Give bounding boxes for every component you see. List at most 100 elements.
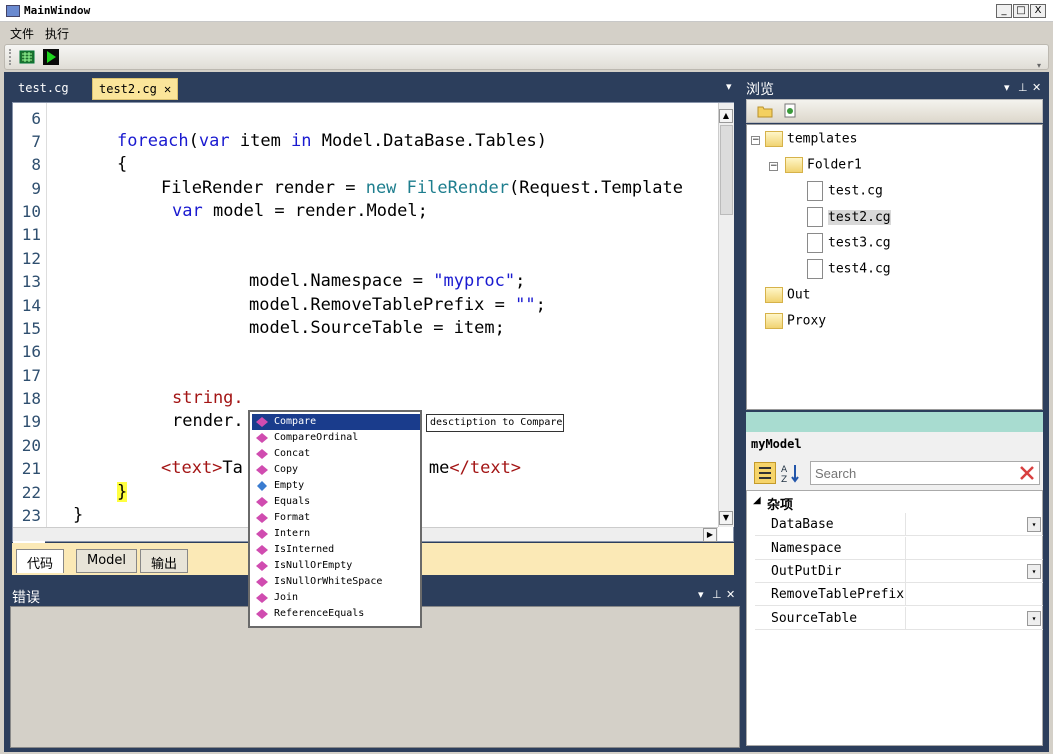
tree-node-templates[interactable]: templates bbox=[765, 131, 857, 147]
property-row[interactable]: RemoveTablePrefix bbox=[755, 583, 1043, 606]
code-line-15: model.SourceTable = item; bbox=[249, 318, 505, 338]
autocomplete-item-label: IsNullOrWhiteSpace bbox=[274, 576, 383, 587]
autocomplete-item[interactable]: ReferenceEquals bbox=[252, 606, 420, 622]
keyword: var bbox=[198, 131, 230, 151]
minimize-button[interactable]: _ bbox=[996, 4, 1012, 18]
autocomplete-item[interactable]: Format bbox=[252, 510, 420, 526]
collapse-category-icon[interactable]: ◢ bbox=[753, 495, 761, 506]
autocomplete-item[interactable]: Intern bbox=[252, 526, 420, 542]
close-icon[interactable]: ✕ bbox=[726, 588, 735, 601]
method-icon bbox=[256, 561, 268, 571]
autocomplete-item[interactable]: Equals bbox=[252, 494, 420, 510]
toolbar-overflow-icon[interactable]: ▾ bbox=[1037, 61, 1041, 70]
code-line-14: model.RemoveTablePrefix = ""; bbox=[249, 294, 546, 316]
tab-code[interactable]: 代码 bbox=[16, 549, 65, 573]
autocomplete-item-label: Join bbox=[274, 592, 299, 603]
toolbar-grip[interactable] bbox=[9, 49, 11, 65]
tree-node-file[interactable]: test3.cg bbox=[807, 233, 891, 253]
tree-node-folder1[interactable]: Folder1 bbox=[785, 157, 862, 173]
property-value[interactable]: ▾ bbox=[905, 607, 1043, 630]
property-row[interactable]: DataBase ▾ bbox=[755, 513, 1043, 536]
categorized-icon[interactable] bbox=[754, 462, 776, 484]
line-number: 17 bbox=[21, 366, 41, 385]
autocomplete-item[interactable]: Compare bbox=[252, 414, 420, 430]
autocomplete-item[interactable]: Join bbox=[252, 590, 420, 606]
autocomplete-item[interactable]: IsNullOrWhiteSpace bbox=[252, 574, 420, 590]
property-value[interactable]: ▾ bbox=[905, 513, 1043, 536]
code-token: model.Namespace = bbox=[249, 271, 434, 291]
splitter[interactable] bbox=[746, 412, 1043, 432]
code-token: model = render.Model; bbox=[202, 201, 428, 221]
autocomplete-item[interactable]: Concat bbox=[252, 446, 420, 462]
collapse-icon[interactable]: − bbox=[769, 162, 778, 171]
tab-test-cg[interactable]: test.cg bbox=[12, 78, 75, 100]
sort-alpha-icon[interactable]: AZ bbox=[780, 462, 802, 485]
line-number: 18 bbox=[21, 389, 41, 408]
autocomplete-item-label: Format bbox=[274, 512, 311, 523]
file-tree[interactable]: − templates − Folder1 test.cg test2.cg t… bbox=[746, 124, 1043, 410]
scroll-right-icon[interactable]: ▶ bbox=[703, 528, 717, 542]
scroll-up-icon[interactable]: ▲ bbox=[719, 109, 733, 123]
property-search-bar: AZ bbox=[746, 458, 1043, 490]
tab-label: test2.cg bbox=[99, 82, 157, 96]
tree-node-label: test4.cg bbox=[828, 261, 891, 277]
tree-node-label: test.cg bbox=[828, 183, 883, 199]
autocomplete-item[interactable]: CompareOrdinal bbox=[252, 430, 420, 446]
browse-panel-title: 浏览 bbox=[746, 82, 774, 98]
tree-node-file[interactable]: test4.cg bbox=[807, 259, 891, 279]
clear-search-icon[interactable] bbox=[1018, 464, 1036, 485]
pin-icon[interactable]: ⊥ bbox=[712, 588, 722, 601]
tab-menu-icon[interactable]: ▾ bbox=[726, 80, 732, 93]
tree-node-out[interactable]: Out bbox=[765, 287, 810, 303]
window-title: MainWindow bbox=[24, 4, 91, 17]
maximize-button[interactable]: □ bbox=[1013, 4, 1029, 18]
scroll-down-icon[interactable]: ▼ bbox=[719, 511, 733, 525]
tab-test2-cg[interactable]: test2.cg ✕ bbox=[92, 78, 179, 100]
tab-model[interactable]: Model bbox=[76, 549, 138, 573]
autocomplete-item-label: IsNullOrEmpty bbox=[274, 560, 353, 571]
panel-menu-icon[interactable]: ▾ bbox=[1004, 81, 1010, 94]
property-row[interactable]: OutPutDir ▾ bbox=[755, 560, 1043, 583]
new-file-icon[interactable] bbox=[783, 103, 797, 122]
dropdown-icon[interactable]: ▾ bbox=[1027, 564, 1041, 579]
browse-toolbar bbox=[746, 99, 1043, 123]
vertical-scrollbar[interactable]: ▲ ▼ bbox=[718, 103, 734, 527]
grid-icon[interactable] bbox=[19, 49, 35, 65]
keyword: new bbox=[365, 178, 397, 198]
collapse-icon[interactable]: − bbox=[751, 136, 760, 145]
close-tab-icon[interactable]: ✕ bbox=[164, 82, 171, 96]
tree-node-file-selected[interactable]: test2.cg bbox=[803, 207, 895, 227]
tree-node-label: test3.cg bbox=[828, 235, 891, 251]
pin-icon[interactable]: ⊥ bbox=[1018, 81, 1028, 94]
tree-node-label: Folder1 bbox=[807, 157, 862, 173]
menu-execute[interactable]: 执行 bbox=[45, 25, 69, 42]
run-icon[interactable] bbox=[43, 49, 59, 65]
scroll-thumb[interactable] bbox=[720, 125, 733, 215]
property-row[interactable]: SourceTable ▾ bbox=[755, 607, 1043, 630]
autocomplete-item-label: ReferenceEquals bbox=[274, 608, 365, 619]
property-value[interactable] bbox=[905, 537, 1043, 560]
menu-file[interactable]: 文件 bbox=[10, 25, 34, 42]
line-number: 15 bbox=[21, 319, 41, 338]
autocomplete-item[interactable]: IsInterned bbox=[252, 542, 420, 558]
property-search-input[interactable] bbox=[810, 461, 1040, 485]
line-number: 7 bbox=[31, 132, 41, 151]
close-window-button[interactable]: X bbox=[1030, 4, 1046, 18]
panel-menu-icon[interactable]: ▾ bbox=[698, 588, 704, 601]
error-panel-title: 错误 bbox=[12, 590, 40, 606]
property-row[interactable]: Namespace bbox=[755, 537, 1043, 560]
autocomplete-item[interactable]: IsNullOrEmpty bbox=[252, 558, 420, 574]
autocomplete-list[interactable]: Compare CompareOrdinal Concat Copy Empty… bbox=[248, 410, 422, 628]
dropdown-icon[interactable]: ▾ bbox=[1027, 611, 1041, 626]
autocomplete-item[interactable]: Copy bbox=[252, 462, 420, 478]
method-icon bbox=[256, 513, 268, 523]
open-folder-icon[interactable] bbox=[757, 104, 773, 121]
tab-output[interactable]: 输出 bbox=[140, 549, 189, 573]
autocomplete-item[interactable]: Empty bbox=[252, 478, 420, 494]
dropdown-icon[interactable]: ▾ bbox=[1027, 517, 1041, 532]
tree-node-file[interactable]: test.cg bbox=[807, 181, 883, 201]
property-value[interactable]: ▾ bbox=[905, 560, 1043, 583]
close-icon[interactable]: ✕ bbox=[1032, 81, 1041, 94]
tree-node-proxy[interactable]: Proxy bbox=[765, 313, 826, 329]
property-value[interactable] bbox=[905, 583, 1043, 606]
